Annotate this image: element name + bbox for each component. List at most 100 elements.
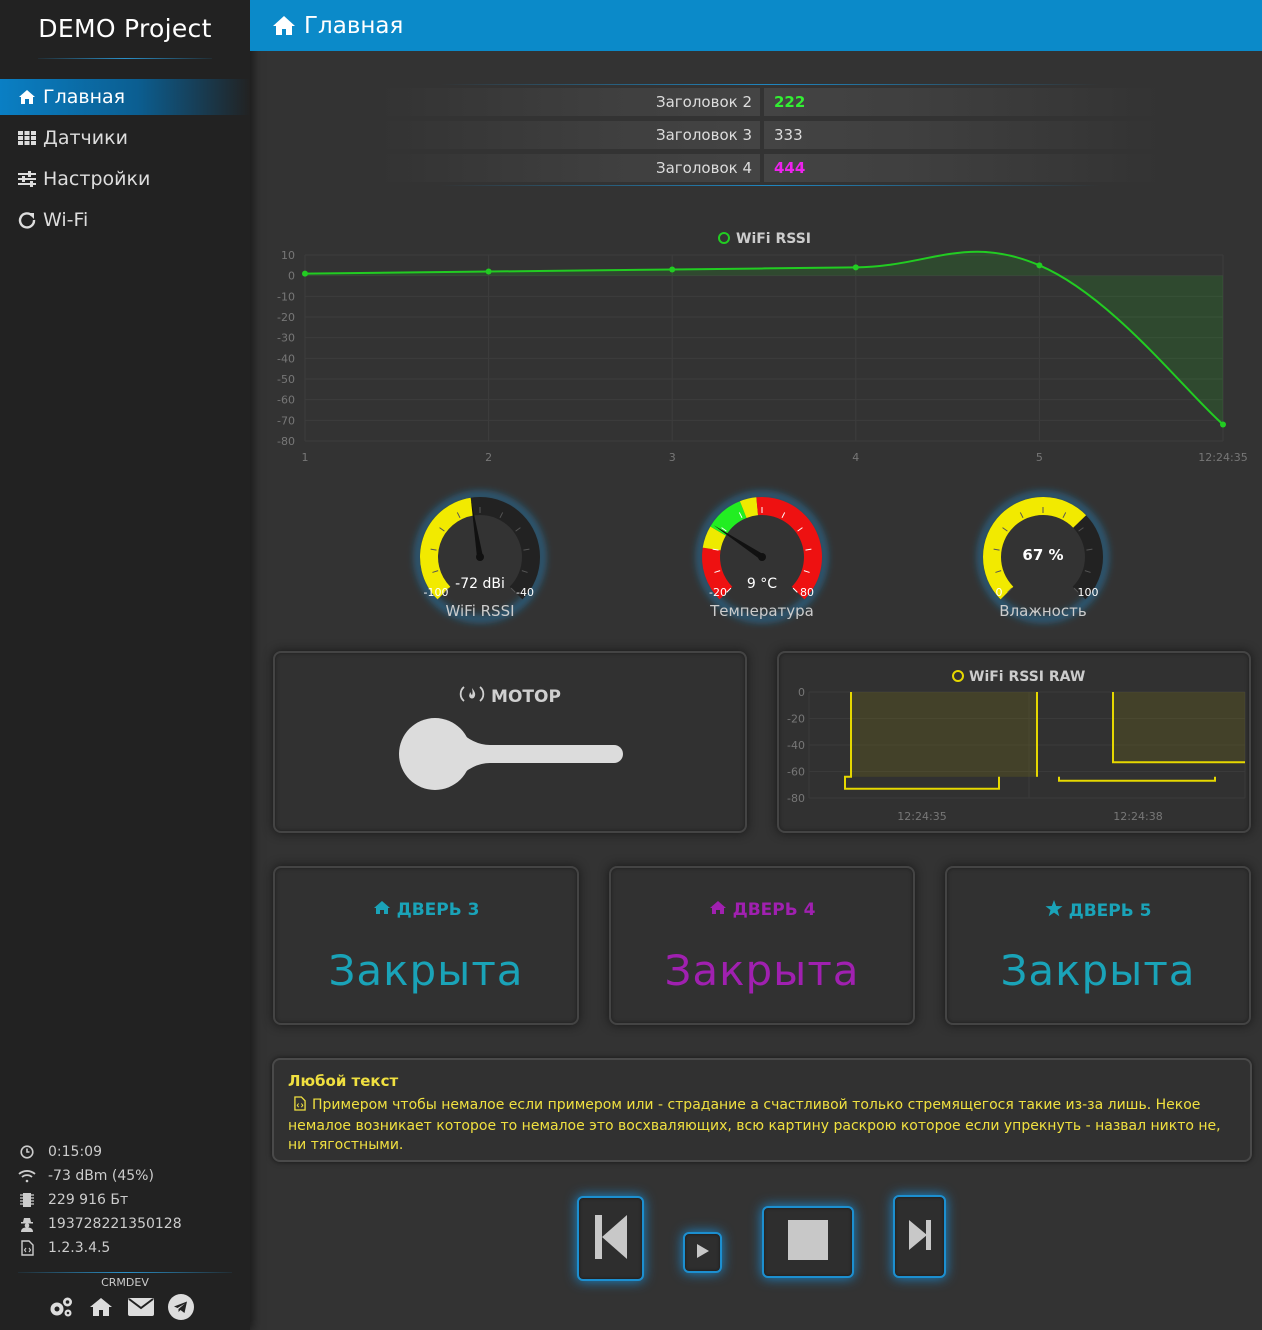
gauge-value: -72 dBi: [455, 576, 505, 592]
home-icon: [272, 15, 296, 36]
data-point: [485, 268, 492, 275]
y-tick-label: 0: [798, 686, 805, 699]
header-bar: Главная: [250, 0, 1262, 51]
door-panel-5: ДВЕРЬ 5 Закрыта: [945, 866, 1251, 1025]
gauge-max-label: -40: [516, 586, 534, 599]
x-tick-label: 12:24:35: [897, 810, 946, 823]
info-label: Заголовок 2: [380, 88, 760, 116]
gauge-max-label: 80: [800, 586, 814, 599]
sidebar-item-wifi[interactable]: Wi-Fi: [0, 202, 250, 238]
gauge-temperature-label: Температура: [710, 602, 814, 620]
gauge-max-label: 100: [1078, 586, 1099, 599]
y-tick-label: -60: [787, 766, 805, 779]
x-tick-label: 4: [852, 451, 859, 464]
play-icon: [696, 1243, 710, 1263]
y-tick-label: -20: [787, 713, 805, 726]
series-area: [1113, 692, 1245, 763]
stop-button[interactable]: [762, 1206, 854, 1278]
home-icon: [17, 89, 37, 105]
motor-title: МОТОР: [275, 685, 745, 708]
y-tick-label: -40: [787, 739, 805, 752]
text-body: Примером чтобы немалое если примером или…: [288, 1096, 1238, 1155]
signal-info: -73 dBm (45%): [18, 1168, 154, 1184]
raw-chart: 0 -20 -40 -60 -80 12:24:35 12:24:38 WiFi RSSI R…: [787, 669, 1246, 823]
sidebar: DEMO Project Главная Датчики Настройки W…: [0, 0, 250, 1330]
gauge-needle-hub: [758, 553, 766, 561]
data-point: [852, 264, 859, 271]
page-title: Главная: [304, 12, 404, 39]
door-panel-3: ДВЕРЬ 3 Закрыта: [273, 866, 579, 1025]
series-line-wifi-rssi-raw: [1058, 776, 1216, 782]
sidebar-item-home[interactable]: Главная: [0, 79, 250, 115]
legend-marker: [952, 670, 964, 682]
y-tick-label: -40: [277, 352, 295, 365]
text-content: Примером чтобы немалое если примером или…: [288, 1097, 1221, 1153]
chip-id-info: 193728221350128: [18, 1216, 182, 1232]
door-panel-4: ДВЕРЬ 4 Закрыта: [609, 866, 915, 1025]
data-point: [1036, 262, 1043, 269]
play-button[interactable]: [683, 1232, 722, 1273]
user-secret-icon: [18, 1217, 36, 1232]
footer-icons: [48, 1294, 194, 1320]
info-label: Заголовок 3: [380, 121, 760, 149]
sidebar-item-sensors[interactable]: Датчики: [0, 120, 250, 156]
series-area: [851, 692, 1037, 777]
grid-icon: [17, 130, 37, 146]
gauge-value: 67 %: [1022, 546, 1063, 564]
clock-icon: [18, 1145, 36, 1159]
y-tick-label: -80: [787, 792, 805, 805]
gauge-rssi-label: WiFi RSSI: [445, 602, 515, 620]
info-label: Заголовок 4: [380, 154, 760, 182]
y-tick-label: -10: [277, 290, 295, 303]
y-tick-label: -70: [277, 414, 295, 427]
motor-toggle[interactable]: [395, 715, 625, 795]
file-code-icon: [294, 1096, 306, 1117]
text-panel: Любой текст Примером чтобы немалое если …: [272, 1058, 1252, 1162]
footer-brand: CRMDEV: [101, 1276, 149, 1289]
info-row: Заголовок 2 222: [380, 88, 1160, 116]
x-tick-label: 12:24:35: [1198, 451, 1247, 464]
sidebar-item-label: Датчики: [43, 127, 128, 149]
chip-icon: [18, 1192, 36, 1208]
info-row: Заголовок 3 333: [380, 121, 1160, 149]
telegram-icon[interactable]: [168, 1294, 194, 1320]
x-tick-label: 12:24:38: [1113, 810, 1162, 823]
info-value: 333: [764, 121, 1160, 149]
wifi-icon: [18, 1169, 36, 1183]
info-row: Заголовок 4 444: [380, 154, 1160, 182]
gauge-min-label: -100: [424, 586, 449, 599]
cogs-icon[interactable]: [48, 1294, 74, 1320]
info-value: 222: [764, 88, 1160, 116]
gauge-min-label: 0: [996, 586, 1003, 599]
next-button[interactable]: [893, 1195, 946, 1278]
sidebar-item-settings[interactable]: Настройки: [0, 161, 250, 197]
door-title: ДВЕРЬ 4: [611, 900, 913, 920]
sidebar-item-label: Настройки: [43, 168, 151, 190]
text-title: Любой текст: [288, 1072, 399, 1090]
data-point: [302, 270, 308, 277]
info-table: Заголовок 2 222 Заголовок 3 333 Заголово…: [380, 84, 1160, 186]
raw-chart-panel: 0 -20 -40 -60 -80 12:24:35 12:24:38 WiFi RSSI R…: [777, 651, 1251, 833]
previous-button[interactable]: [577, 1196, 644, 1281]
y-tick-label: -20: [277, 311, 295, 324]
home-icon: [709, 900, 727, 920]
door-title: ДВЕРЬ 5: [947, 900, 1249, 922]
sidebar-item-label: Главная: [43, 86, 126, 108]
firmware-info: 1.2.3.4.5: [18, 1240, 110, 1256]
door-status: Закрыта: [328, 946, 524, 995]
motor-panel: МОТОР: [273, 651, 747, 833]
y-tick-label: -60: [277, 394, 295, 407]
rssi-chart: 10 0 -10 -20 -30 -40 -50 -60 -70 -80 1 2 3 4 5 12:24:35…: [277, 231, 1248, 464]
step-forward-icon: [908, 1219, 932, 1255]
sidebar-item-label: Wi-Fi: [43, 209, 89, 231]
file-code-icon: [18, 1240, 36, 1256]
data-point: [1220, 421, 1226, 428]
door-status: Закрыта: [1000, 946, 1196, 995]
home-icon: [373, 900, 391, 920]
sliders-icon: [17, 171, 37, 187]
data-point: [669, 266, 676, 273]
x-tick-label: 1: [302, 451, 309, 464]
home-icon[interactable]: [88, 1294, 114, 1320]
envelope-icon[interactable]: [128, 1294, 154, 1320]
legend-label: WiFi RSSI RAW: [969, 669, 1085, 685]
